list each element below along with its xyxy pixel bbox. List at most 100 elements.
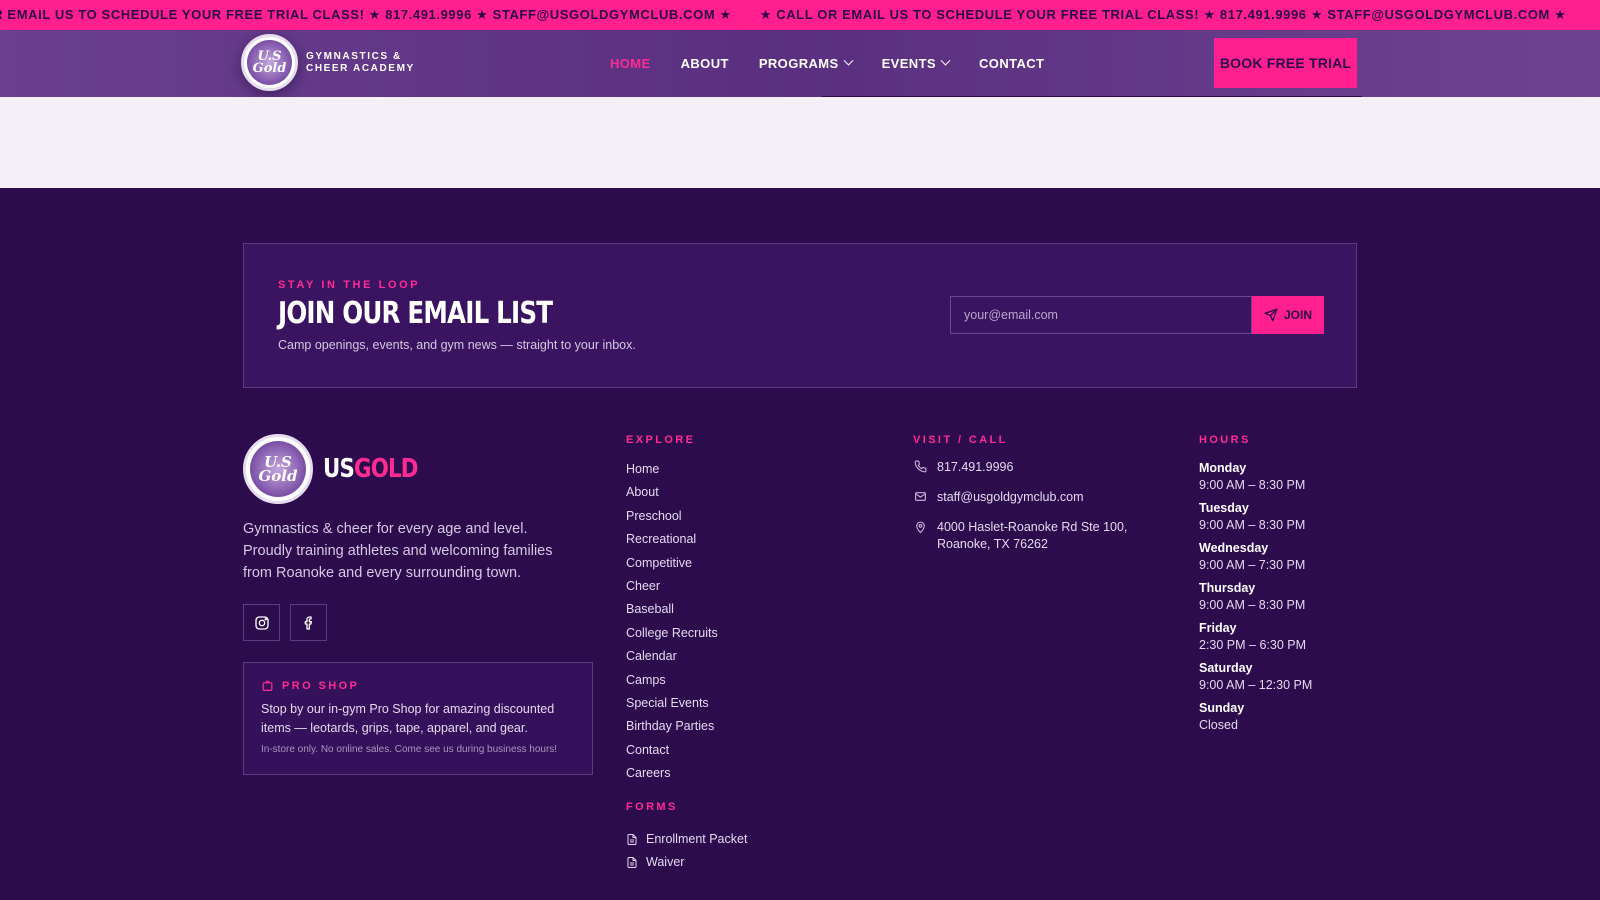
forms-section: FORMS Enrollment Packet Waiver (626, 801, 747, 874)
contact-email[interactable]: staff@usgoldgymclub.com (913, 489, 1183, 506)
footer-logo-mark: U.S Gold (250, 441, 306, 497)
hours-day: Friday (1199, 621, 1237, 635)
explore-heading: EXPLORE (626, 434, 696, 446)
brand-description: Gymnastics & cheer for every age and lev… (243, 521, 553, 581)
hours-time: 9:00 AM – 12:30 PM (1199, 678, 1313, 692)
hours-day: Tuesday (1199, 501, 1249, 515)
hours-column: HOURS Monday 9:00 AM – 8:30 PM Tuesday 9… (1199, 434, 1312, 740)
address-line2: Roanoke, TX 76262 (937, 537, 1048, 551)
footer-link-baseball[interactable]: Baseball (626, 600, 747, 623)
footer-link-recreational[interactable]: Recreational (626, 530, 747, 553)
join-button[interactable]: JOIN (1252, 296, 1324, 334)
logo-text-line1: GYMNASTICS & (306, 50, 402, 62)
contact-phone[interactable]: 817.491.9996 (913, 459, 1183, 476)
pro-shop-header: PRO SHOP (261, 679, 575, 692)
document-icon (627, 833, 637, 845)
hours-list: Monday 9:00 AM – 8:30 PM Tuesday 9:00 AM… (1199, 460, 1312, 734)
facebook-icon (304, 615, 312, 630)
contact-phone-text: 817.491.9996 (937, 460, 1014, 474)
nav-home[interactable]: HOME (610, 56, 651, 71)
nav-contact-label: CONTACT (979, 56, 1045, 71)
nav-about[interactable]: ABOUT (681, 56, 729, 71)
send-icon (1264, 308, 1278, 322)
footer-brand: U.S Gold USGOLD Gymnastics & cheer for e… (243, 434, 593, 641)
hours-day: Thursday (1199, 581, 1256, 595)
chevron-down-icon (843, 55, 854, 66)
hours-heading: HOURS (1199, 434, 1251, 446)
form-link-enrollment[interactable]: Enrollment Packet (626, 827, 747, 850)
footer-link-special-events[interactable]: Special Events (626, 694, 747, 717)
form-link-waiver-label: Waiver (646, 855, 685, 870)
form-link-enrollment-label: Enrollment Packet (646, 831, 748, 846)
chevron-down-icon (940, 55, 951, 66)
explore-links: Home About Preschool Recreational Compet… (626, 460, 747, 787)
nav-events-label: EVENTS (881, 56, 937, 71)
instagram-button[interactable] (243, 604, 280, 641)
facebook-button[interactable] (290, 604, 327, 641)
newsletter-subtitle: Camp openings, events, and gym news — st… (278, 338, 636, 352)
email-input[interactable]: your@email.com (950, 296, 1252, 334)
pro-shop-title: PRO SHOP (282, 679, 360, 692)
footer-logo-badge: U.S Gold (243, 434, 313, 504)
hours-day: Sunday (1199, 701, 1245, 715)
promo-ticker: L OR EMAIL US TO SCHEDULE YOUR FREE TRIA… (0, 0, 1600, 30)
hours-time: Closed (1199, 718, 1238, 732)
header-logo[interactable]: U.S Gold GYMNASTICS & CHEER ACADEMY (241, 34, 415, 91)
nav-programs[interactable]: PROGRAMS (758, 55, 854, 71)
social-links (243, 604, 593, 641)
hours-day: Monday (1199, 461, 1247, 475)
site-footer: STAY IN THE LOOP JOIN OUR EMAIL LIST Cam… (0, 188, 1600, 900)
hours-day: Saturday (1199, 661, 1253, 675)
footer-logo[interactable]: U.S Gold USGOLD (243, 434, 593, 504)
ticker-segment: L OR EMAIL US TO SCHEDULE YOUR FREE TRIA… (0, 7, 732, 22)
footer-link-competitive[interactable]: Competitive (626, 554, 747, 577)
brand-name-us: US (323, 454, 355, 484)
site-header: U.S Gold GYMNASTICS & CHEER ACADEMY HOME… (0, 30, 1600, 97)
shopping-bag-icon (262, 680, 273, 691)
pro-shop-note: In-store only. No online sales. Come see… (261, 744, 558, 755)
footer-link-preschool[interactable]: Preschool (626, 507, 747, 530)
nav-events[interactable]: EVENTS (881, 55, 951, 71)
footer-link-careers[interactable]: Careers (626, 764, 747, 787)
hours-time: 2:30 PM – 6:30 PM (1199, 638, 1307, 652)
nav-contact[interactable]: CONTACT (979, 56, 1044, 71)
phone-icon (914, 460, 926, 473)
newsletter-panel: STAY IN THE LOOP JOIN OUR EMAIL LIST Cam… (243, 243, 1357, 388)
logo-badge: U.S Gold (241, 34, 298, 91)
form-link-waiver[interactable]: Waiver (626, 851, 747, 874)
forms-links: Enrollment Packet Waiver (626, 827, 747, 874)
hours-time: 9:00 AM – 8:30 PM (1199, 518, 1306, 532)
logo-mark: U.S Gold (247, 40, 292, 85)
instagram-icon (254, 615, 269, 630)
main-nav: HOME ABOUT PROGRAMS EVENTS CONTACT (610, 30, 1044, 97)
nav-about-label: ABOUT (680, 56, 729, 71)
footer-link-home[interactable]: Home (626, 460, 747, 483)
hours-time: 9:00 AM – 7:30 PM (1199, 558, 1306, 572)
ticker-segment: ★ CALL OR EMAIL US TO SCHEDULE YOUR FREE… (759, 7, 1567, 22)
contact-address[interactable]: 4000 Haslet-Roanoke Rd Ste 100, Roanoke,… (913, 519, 1183, 553)
join-button-label: JOIN (1283, 308, 1312, 322)
footer-link-cheer[interactable]: Cheer (626, 577, 747, 600)
footer-link-about[interactable]: About (626, 483, 747, 506)
footer-link-college-recruits[interactable]: College Recruits (626, 624, 747, 647)
logo-text: GYMNASTICS & CHEER ACADEMY (306, 51, 415, 75)
footer-link-birthday-parties[interactable]: Birthday Parties (626, 717, 747, 740)
footer-link-calendar[interactable]: Calendar (626, 647, 747, 670)
explore-column: EXPLORE Home About Preschool Recreationa… (626, 434, 747, 874)
document-icon (627, 857, 637, 869)
contact-address-text: 4000 Haslet-Roanoke Rd Ste 100, Roanoke,… (937, 519, 1127, 553)
hours-day: Wednesday (1199, 541, 1269, 555)
newsletter-eyebrow: STAY IN THE LOOP (278, 279, 421, 291)
ticker-track: L OR EMAIL US TO SCHEDULE YOUR FREE TRIA… (0, 0, 1566, 30)
visit-column: VISIT / CALL 817.491.9996 staff@usgoldgy… (913, 434, 1183, 553)
nav-programs-label: PROGRAMS (758, 56, 839, 71)
footer-link-camps[interactable]: Camps (626, 671, 747, 694)
mail-icon (914, 492, 926, 501)
content-area (0, 97, 1600, 188)
book-free-trial-button[interactable]: BOOK FREE TRIAL (1214, 38, 1357, 88)
brand-name-gold: GOLD (354, 454, 418, 484)
footer-link-contact[interactable]: Contact (626, 741, 747, 764)
address-line1: 4000 Haslet-Roanoke Rd Ste 100, (937, 520, 1128, 534)
pro-shop-card: PRO SHOP Stop by our in-gym Pro Shop for… (243, 662, 593, 775)
newsletter-title: JOIN OUR EMAIL LIST (278, 296, 553, 331)
